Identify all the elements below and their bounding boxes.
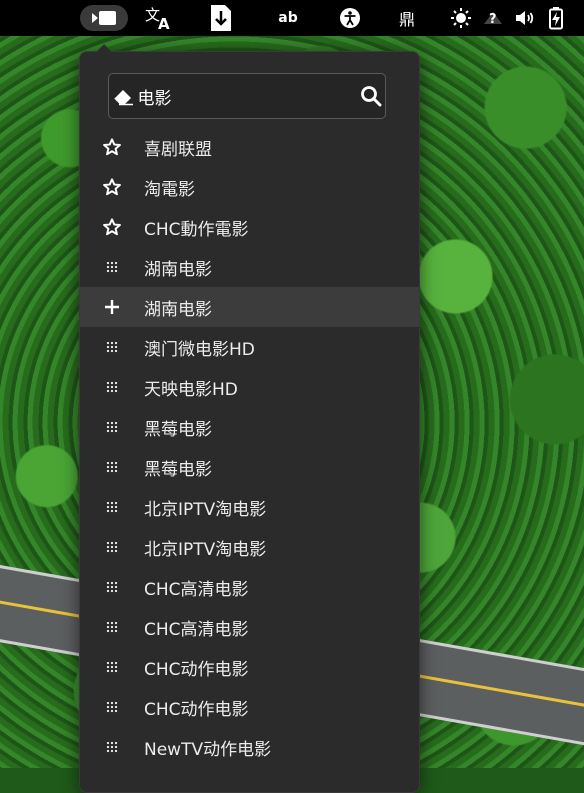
list-item[interactable]: 湖南电影 <box>80 247 419 287</box>
list-item-label: NewTV动作电影 <box>144 739 272 760</box>
drag-handle-icon[interactable] <box>80 381 144 393</box>
list-item[interactable]: NewTV动作电影 <box>80 727 419 767</box>
help-button[interactable]: ? <box>481 0 505 36</box>
star-icon[interactable] <box>80 178 144 196</box>
volume-button[interactable] <box>512 0 538 36</box>
brightness-button[interactable] <box>448 0 474 36</box>
list-item[interactable]: CHC动作电影 <box>80 647 419 687</box>
drag-handle-icon[interactable] <box>80 341 144 353</box>
translate-button[interactable]: 文 A <box>140 0 176 36</box>
list-item[interactable]: CHC高清电影 <box>80 607 419 647</box>
channel-search-popup: 喜剧联盟淘電影CHC動作電影湖南电影湖南电影澳门微电影HD天映电影HD黑莓电影黑… <box>79 51 420 793</box>
list-item-label: 黑莓电影 <box>144 459 212 480</box>
battery-charging-icon <box>549 7 563 30</box>
drag-handle-icon[interactable] <box>80 661 144 673</box>
svg-text:A: A <box>158 15 170 31</box>
drag-handle-icon[interactable] <box>80 741 144 753</box>
search-input[interactable] <box>137 76 357 116</box>
brightness-icon <box>451 8 471 28</box>
translate-icon: 文 A <box>145 6 170 31</box>
drag-handle-icon[interactable] <box>80 501 144 513</box>
list-item-label: 喜剧联盟 <box>144 139 212 160</box>
top-bar: 文 A ab 鼎 ? <box>0 0 584 36</box>
drag-handle-icon[interactable] <box>80 621 144 633</box>
search-box <box>108 73 386 119</box>
media-player-icon <box>92 11 116 25</box>
plus-icon[interactable] <box>80 299 144 315</box>
list-item-label: 淘電影 <box>144 179 195 200</box>
list-item-label: CHC动作电影 <box>144 699 249 720</box>
input-method-label: 鼎 <box>398 10 415 29</box>
download-icon <box>211 5 231 31</box>
accessibility-button[interactable] <box>336 0 364 36</box>
list-item[interactable]: 湖南电影 <box>80 287 419 327</box>
star-icon[interactable] <box>80 218 144 236</box>
list-item[interactable]: 北京IPTV淘电影 <box>80 527 419 567</box>
svg-text:?: ? <box>489 12 497 27</box>
clear-search-button[interactable] <box>109 74 138 118</box>
list-item-label: CHC高清电影 <box>144 579 249 600</box>
list-item[interactable]: CHC动作电影 <box>80 687 419 727</box>
star-icon[interactable] <box>80 138 144 156</box>
list-item-label: 澳门微电影HD <box>144 339 255 360</box>
spellcheck-label: ab <box>278 10 298 26</box>
search-icon <box>360 86 382 107</box>
drag-handle-icon[interactable] <box>80 541 144 553</box>
list-item-label: 北京IPTV淘电影 <box>144 539 267 560</box>
eraser-icon <box>113 90 134 106</box>
list-item-label: 天映电影HD <box>144 379 238 400</box>
list-item[interactable]: 喜剧联盟 <box>80 127 419 167</box>
list-item[interactable]: 黑莓电影 <box>80 447 419 487</box>
list-item-label: 黑莓电影 <box>144 419 212 440</box>
download-button[interactable] <box>205 0 237 36</box>
help-icon: ? <box>484 12 502 27</box>
list-item-label: CHC动作电影 <box>144 659 249 680</box>
search-button[interactable] <box>357 74 386 118</box>
popup-arrow-fill <box>97 45 111 52</box>
list-item[interactable]: CHC高清电影 <box>80 567 419 607</box>
list-item[interactable]: 澳门微电影HD <box>80 327 419 367</box>
list-item-label: CHC高清电影 <box>144 619 249 640</box>
list-item[interactable]: 淘電影 <box>80 167 419 207</box>
list-item-label: 湖南电影 <box>144 299 212 320</box>
list-item-label: 湖南电影 <box>144 259 212 280</box>
spellcheck-button[interactable]: ab <box>272 0 304 36</box>
drag-handle-icon[interactable] <box>80 421 144 433</box>
list-item[interactable]: 天映电影HD <box>80 367 419 407</box>
input-method-button[interactable]: 鼎 <box>393 0 421 36</box>
drag-handle-icon[interactable] <box>80 261 144 273</box>
drag-handle-icon[interactable] <box>80 581 144 593</box>
media-player-indicator[interactable] <box>80 5 128 31</box>
drag-handle-icon[interactable] <box>80 701 144 713</box>
drag-handle-icon[interactable] <box>80 461 144 473</box>
list-item[interactable]: CHC動作電影 <box>80 207 419 247</box>
battery-button[interactable] <box>545 0 567 36</box>
list-item[interactable]: 北京IPTV淘电影 <box>80 487 419 527</box>
accessibility-icon <box>340 8 360 28</box>
list-item-label: CHC動作電影 <box>144 219 249 240</box>
list-item[interactable]: 黑莓电影 <box>80 407 419 447</box>
channel-list: 喜剧联盟 淘電影 CHC動作電影 湖南电影 湖南电影 澳门微电影HD 天映电影HD 黑莓电影黑… <box>80 127 419 767</box>
volume-icon <box>516 11 534 25</box>
list-item-label: 北京IPTV淘电影 <box>144 499 267 520</box>
